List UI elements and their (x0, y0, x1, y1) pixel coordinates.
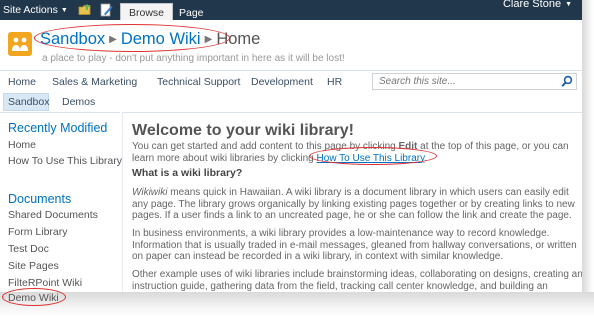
intro-text-2: at the top of this page, or you can (417, 141, 569, 152)
quick-launch: Recently Modified Home How To Use This L… (0, 112, 122, 292)
how-to-use-link[interactable]: How To Use This Library (317, 153, 425, 164)
breadcrumb: Sandbox ▶ Demo Wiki ▶ Home (40, 30, 260, 49)
search-input[interactable]: Search this site... (372, 73, 577, 90)
wikiwiki-word: Wikiwiki (132, 187, 168, 198)
top-navigation: Home Sales & Marketing Technical Support… (0, 70, 582, 92)
doc-item-shared-documents[interactable]: Shared Documents (8, 209, 98, 221)
breadcrumb-demo-wiki[interactable]: Demo Wiki (121, 30, 201, 48)
tab-browse[interactable]: Browse (120, 3, 174, 21)
user-menu[interactable]: Clare Stone ▼ (503, 0, 572, 10)
intro-paragraph: You can get started and add content to t… (132, 141, 584, 164)
page-shadow-right (582, 0, 594, 318)
doc-item-site-pages[interactable]: Site Pages (8, 260, 59, 272)
documents-heading[interactable]: Documents (8, 192, 71, 206)
doc-item-form-library[interactable]: Form Library (8, 226, 68, 238)
folder-up-icon[interactable] (78, 3, 92, 16)
topnav-hr[interactable]: HR (327, 76, 342, 88)
chevron-down-icon: ▼ (565, 1, 572, 8)
subnav-sandbox[interactable]: Sandbox (8, 96, 49, 108)
wiki-welcome-heading: Welcome to your wiki library! (132, 122, 354, 139)
what-is-wiki-heading: What is a wiki library? (132, 167, 243, 179)
wiki-content: Welcome to your wiki library! You can ge… (122, 112, 584, 303)
site-actions-menu[interactable]: Site Actions ▼ (3, 4, 68, 16)
recent-item-how-to[interactable]: How To Use This Library (8, 155, 122, 167)
topnav-sales-marketing[interactable]: Sales & Marketing (52, 76, 137, 88)
topnav-home[interactable]: Home (8, 76, 36, 88)
intro-text-4: . (424, 152, 428, 164)
doc-item-filterpoint-wiki[interactable]: FilteRPoint Wiki (8, 277, 82, 289)
recently-modified-heading[interactable]: Recently Modified (8, 121, 107, 135)
page-title: Home (216, 30, 261, 48)
breadcrumb-separator-icon: ▶ (109, 34, 117, 45)
subnav-demos[interactable]: Demos (62, 96, 95, 108)
topnav-development[interactable]: Development (251, 76, 313, 88)
search-placeholder: Search this site... (379, 76, 456, 87)
site-actions-label: Site Actions (3, 4, 58, 16)
wiki-paragraph-1: Wikiwiki means quick in Hawaiian. A wiki… (132, 187, 584, 222)
intro-edit-word: Edit (398, 141, 418, 152)
page-shadow-bottom (0, 292, 594, 318)
search-icon[interactable] (561, 75, 573, 88)
breadcrumb-sandbox[interactable]: Sandbox (40, 30, 105, 48)
wiki-paragraph-2: In business environments, a wiki library… (132, 228, 577, 262)
ribbon-bar: Site Actions ▼ Browse Page Clare Stone ▼ (0, 0, 582, 21)
doc-item-demo-wiki[interactable]: Demo Wiki (8, 292, 59, 304)
tab-page[interactable]: Page (171, 4, 212, 20)
title-area: Sandbox ▶ Demo Wiki ▶ Home a place to play -… (0, 20, 582, 70)
intro-text-1: You can get started and add content to t… (132, 141, 399, 152)
breadcrumb-separator-icon: ▶ (204, 34, 213, 45)
sub-navigation: Sandbox Demos (0, 92, 582, 112)
doc-item-test-doc[interactable]: Test Doc (8, 243, 49, 255)
tab-browse-label: Browse (129, 7, 165, 19)
topnav-technical-support[interactable]: Technical Support (157, 76, 240, 88)
site-description: a place to play - don't put anything imp… (42, 53, 345, 64)
intro-text-3: learn more about wiki libraries by click… (132, 152, 317, 164)
edit-page-icon[interactable] (100, 3, 113, 17)
recent-item-home[interactable]: Home (8, 139, 36, 151)
user-name: Clare Stone (502, 0, 562, 10)
chevron-down-icon: ▼ (60, 7, 68, 14)
wiki-paragraph-1-text: means quick in Hawaiian. A wiki library … (132, 187, 575, 221)
tab-page-label: Page (179, 7, 204, 19)
site-logo-icon[interactable] (8, 32, 32, 56)
